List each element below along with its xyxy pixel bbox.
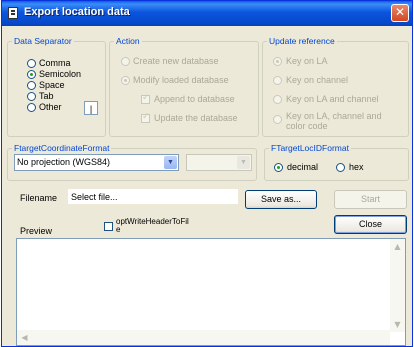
comma-radio[interactable] bbox=[27, 59, 36, 68]
app-icon bbox=[8, 7, 18, 19]
key-on-channel-label: Key on channel bbox=[286, 75, 349, 85]
other-separator-input[interactable]: | bbox=[84, 101, 98, 115]
create-database-label: Create new database bbox=[133, 56, 219, 66]
comma-label: Comma bbox=[39, 58, 71, 68]
close-button[interactable]: Close bbox=[334, 215, 407, 234]
tab-label: Tab bbox=[39, 91, 54, 101]
scroll-up-icon[interactable]: ▲ bbox=[390, 239, 405, 254]
write-header-label-line2: e bbox=[116, 225, 121, 234]
projection-select[interactable]: No projection (WGS84) ▼ bbox=[14, 154, 179, 171]
hex-radio[interactable] bbox=[336, 163, 345, 172]
key-on-la-channel-color-radio[interactable] bbox=[273, 115, 282, 124]
other-radio[interactable] bbox=[27, 103, 36, 112]
space-radio[interactable] bbox=[27, 81, 36, 90]
title-bar[interactable]: Export location data ✕ bbox=[2, 1, 412, 26]
export-location-window: Export location data ✕ Data Separator Co… bbox=[1, 0, 413, 347]
decimal-radio[interactable] bbox=[274, 163, 283, 172]
write-header-checkbox[interactable] bbox=[104, 222, 113, 231]
update-reference-group: Update reference bbox=[262, 36, 409, 137]
coordinate-format-legend: FtargetCoordinateFormat bbox=[12, 143, 112, 153]
space-label: Space bbox=[39, 80, 65, 90]
key-on-la-channel-color-label-line1: Key on LA, channel and bbox=[286, 111, 382, 121]
append-database-checkbox[interactable] bbox=[141, 93, 150, 104]
projection-value: No projection (WGS84) bbox=[17, 157, 111, 167]
semicolon-radio[interactable] bbox=[27, 70, 36, 79]
secondary-format-select[interactable]: ▼ bbox=[186, 154, 252, 171]
preview-label: Preview bbox=[20, 226, 53, 236]
tab-radio[interactable] bbox=[27, 92, 36, 101]
chevron-down-icon[interactable]: ▼ bbox=[237, 156, 250, 169]
chevron-down-icon[interactable]: ▼ bbox=[164, 156, 177, 169]
hex-label: hex bbox=[349, 162, 364, 172]
locid-format-legend: FTargetLocIDFormat bbox=[269, 143, 351, 153]
key-on-la-and-channel-radio[interactable] bbox=[273, 95, 282, 104]
write-header-label-line1: optWriteHeaderToFil bbox=[116, 217, 189, 226]
append-database-label: Append to database bbox=[154, 94, 235, 104]
preview-vertical-scrollbar[interactable]: ▲ ▼ bbox=[390, 239, 405, 332]
data-separator-legend: Data Separator bbox=[12, 36, 74, 46]
action-legend: Action bbox=[114, 36, 142, 46]
key-on-la-and-channel-label: Key on LA and channel bbox=[286, 94, 379, 104]
filename-input[interactable]: Select file... bbox=[68, 189, 238, 204]
decimal-label: decimal bbox=[287, 162, 319, 172]
key-on-la-channel-color-label-line2: color code bbox=[286, 121, 328, 131]
create-database-radio[interactable] bbox=[121, 57, 130, 66]
update-database-checkbox[interactable] bbox=[141, 112, 150, 123]
start-button[interactable]: Start bbox=[334, 190, 407, 209]
preview-horizontal-scrollbar[interactable]: ◀ bbox=[17, 330, 390, 345]
scroll-down-icon[interactable]: ▼ bbox=[390, 317, 405, 332]
preview-textarea[interactable]: ▲ ▼ ◀ bbox=[16, 238, 406, 346]
key-on-channel-radio[interactable] bbox=[273, 76, 282, 85]
semicolon-label: Semicolon bbox=[39, 69, 82, 79]
update-reference-legend: Update reference bbox=[267, 36, 337, 46]
scroll-left-icon[interactable]: ◀ bbox=[17, 330, 32, 345]
close-window-button[interactable]: ✕ bbox=[391, 4, 409, 22]
key-on-la-radio[interactable] bbox=[273, 57, 282, 66]
modify-database-radio[interactable] bbox=[121, 76, 130, 85]
update-database-label: Update the database bbox=[154, 113, 238, 123]
key-on-la-label: Key on LA bbox=[286, 56, 328, 66]
window-title: Export location data bbox=[24, 6, 130, 18]
other-label: Other bbox=[39, 102, 62, 112]
modify-database-label: Modify loaded database bbox=[133, 75, 229, 85]
save-as-button[interactable]: Save as... bbox=[245, 190, 317, 209]
filename-label: Filename bbox=[20, 193, 58, 203]
